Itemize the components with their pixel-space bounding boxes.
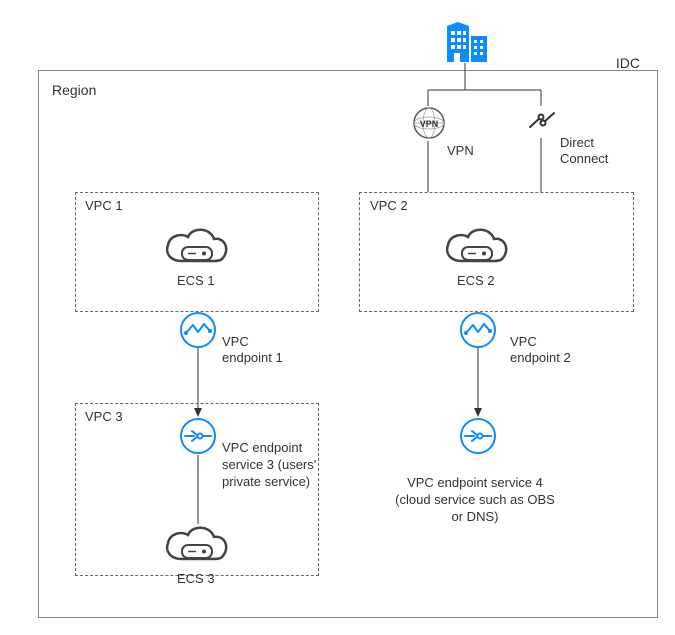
vpc-endpoint-service-3-icon <box>179 417 217 458</box>
idc-label: IDC <box>616 55 640 71</box>
vpc-endpoint-1-icon <box>179 311 217 352</box>
ecs2-cloud-icon <box>440 223 512 274</box>
ecs3-label: ECS 3 <box>177 571 215 586</box>
vpc2-label: VPC 2 <box>370 198 408 213</box>
vpc1-label: VPC 1 <box>85 198 123 213</box>
idc-buildings-icon <box>444 22 492 67</box>
vpc-endpoint-2-icon <box>459 311 497 352</box>
ecs2-label: ECS 2 <box>457 273 495 288</box>
vpn-icon: VPN <box>412 106 446 143</box>
vpc-endpoint-2-label: VPC endpoint 2 <box>510 334 571 365</box>
vpc-endpoint-1-label: VPC endpoint 1 <box>222 334 283 365</box>
svg-text:VPN: VPN <box>420 119 439 129</box>
vpc-endpoint-service-4-label: VPC endpoint service 4 (cloud service su… <box>390 475 560 526</box>
ecs1-label: ECS 1 <box>177 273 215 288</box>
ecs1-cloud-icon <box>160 223 232 274</box>
ecs3-cloud-icon <box>160 521 232 572</box>
vpc3-label: VPC 3 <box>85 409 123 424</box>
vpn-label: VPN <box>447 143 474 158</box>
direct-connect-label: Direct Connect <box>560 135 608 166</box>
diagram-canvas: IDC Region <box>0 0 675 635</box>
direct-connect-icon <box>527 105 557 138</box>
region-label: Region <box>52 82 96 98</box>
vpc-endpoint-service-4-icon <box>459 417 497 458</box>
vpc-endpoint-service-3-label: VPC endpoint service 3 (users' private s… <box>222 440 322 491</box>
